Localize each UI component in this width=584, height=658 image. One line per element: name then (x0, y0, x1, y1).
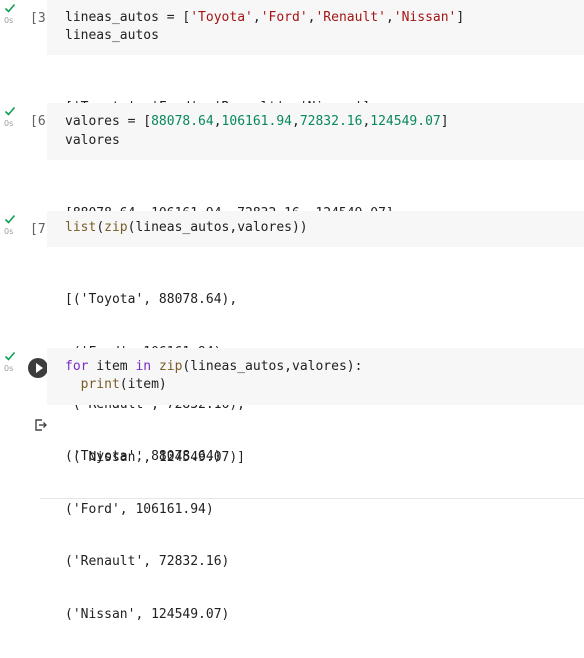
code-editor[interactable]: list(zip(lineas_autos,valores)) (47, 211, 584, 247)
divider (40, 498, 584, 499)
code-editor[interactable]: valores = [88078.64,106161.94,72832.16,1… (47, 103, 584, 160)
code-line: valores (65, 133, 120, 148)
code-editor[interactable]: for item in zip(lineas_autos,valores): p… (47, 348, 584, 405)
execution-time: 0s (4, 227, 14, 236)
check-icon (4, 3, 16, 13)
code-line: for item in zip(lineas_autos,valores): (65, 359, 363, 374)
check-icon (4, 351, 16, 361)
run-cell-play-icon[interactable] (28, 358, 48, 378)
code-line: list(zip(lineas_autos,valores)) (65, 220, 308, 235)
code-line: lineas_autos = ['Toyota','Ford','Renault… (65, 10, 465, 25)
output-line: ('Ford', 106161.94) (65, 501, 214, 517)
execution-time: 0s (4, 119, 14, 128)
output-line: ('Renault', 72832.16) (65, 554, 230, 569)
notebook-cell[interactable]: 0s [3] lineas_autos = ['Toyota','Ford','… (0, 0, 584, 115)
output-line: ('Nissan', 124549.07) (65, 606, 230, 622)
notebook-cell[interactable]: 0s [7] list(zip(lineas_autos,valores)) [… (0, 211, 584, 465)
output-line: [('Toyota', 88078.64), (65, 292, 238, 307)
output-redirect-icon[interactable] (33, 418, 47, 432)
check-icon (4, 214, 16, 224)
code-editor[interactable]: lineas_autos = ['Toyota','Ford','Renault… (47, 0, 584, 55)
notebook-cell[interactable]: 0s for item in zip(lineas_autos,valores)… (0, 348, 584, 622)
execution-time: 0s (4, 364, 14, 373)
cell-output: ('Toyota', 88078.64) ('Ford', 106161.94)… (65, 413, 229, 658)
check-icon (4, 106, 16, 116)
execution-time: 0s (4, 16, 14, 25)
output-line: ('Toyota', 88078.64) (65, 449, 222, 464)
code-line: print(item) (80, 377, 167, 392)
code-line: valores = [88078.64,106161.94,72832.16,1… (65, 114, 449, 129)
code-line: lineas_autos (65, 28, 159, 43)
notebook-cell[interactable]: 0s [6] valores = [88078.64,106161.94,728… (0, 103, 584, 221)
